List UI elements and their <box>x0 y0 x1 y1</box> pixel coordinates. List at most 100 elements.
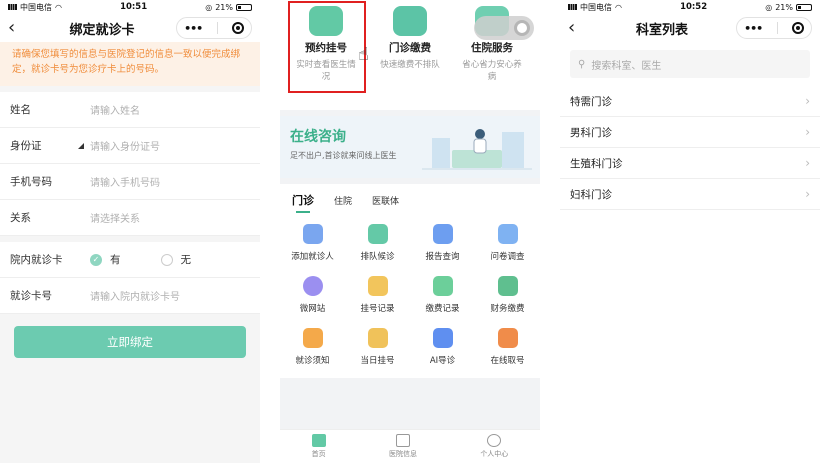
yuan-hand-icon <box>393 6 427 36</box>
radio-yes-label: 有 <box>110 254 121 266</box>
status-bar: 中国电信 ◠ 10:52 ◎ 21% <box>560 0 820 14</box>
department-list: 特需门诊 › 男科门诊 › 生殖科门诊 › 妇科门诊 › <box>560 86 820 210</box>
field-label: 关系 <box>10 212 31 224</box>
grid-label: 报告查询 <box>425 252 460 262</box>
service-name: 门诊缴费 <box>389 42 431 54</box>
tab-inpatient[interactable]: 住院 <box>334 194 352 207</box>
page-title: 绑定就诊卡 <box>69 22 135 38</box>
grid-item[interactable]: 缴费记录 <box>410 270 475 322</box>
id-card-input[interactable]: 请输入身份证号 <box>90 138 160 153</box>
department-name: 生殖科门诊 <box>570 157 623 170</box>
id-card-field[interactable]: 身份证 请输入身份证号 <box>0 128 260 164</box>
nav-profile[interactable]: 个人中心 <box>480 434 508 459</box>
user-icon <box>487 434 502 447</box>
grid-item[interactable]: 财务缴费 <box>475 270 540 322</box>
pointing-hand-icon: ☝ <box>358 44 369 65</box>
battery-icon <box>796 3 812 11</box>
grid-label: 缴费记录 <box>425 304 460 314</box>
nav-bar: ‹ 科室列表 ••• <box>560 14 820 42</box>
list-item[interactable]: 男科门诊 › <box>560 117 820 148</box>
service-payment[interactable]: 门诊缴费 快速缴费不排队 <box>374 0 446 71</box>
radio-no[interactable]: 无 <box>160 252 192 267</box>
clock: 10:51 <box>120 2 148 12</box>
phone-input[interactable]: 请输入手机号码 <box>90 174 160 189</box>
carrier-label: 中国电信 <box>580 2 612 12</box>
nav-label: 首页 <box>311 450 326 458</box>
phone-field[interactable]: 手机号码 请输入手机号码 <box>0 164 260 200</box>
search-placeholder: 搜索科室、医生 <box>591 60 662 72</box>
close-target-icon[interactable] <box>791 22 804 34</box>
grid-item[interactable]: 问卷调查 <box>475 218 540 270</box>
service-inpatient[interactable]: 住院服务 省心省力安心养病 <box>456 0 528 83</box>
status-bar: 中国电信 ◠ 10:51 ◎ 21% <box>0 0 260 14</box>
name-field[interactable]: 姓名 请输入姓名 <box>0 92 260 128</box>
card-number-field[interactable]: 就诊卡号 请输入院内就诊卡号 <box>0 278 260 314</box>
dropdown-triangle-icon[interactable] <box>78 142 84 149</box>
relation-select[interactable]: 请选择关系 <box>90 210 140 225</box>
payment-record-icon <box>432 276 453 296</box>
close-target-icon[interactable] <box>231 22 244 34</box>
clock: 10:52 <box>680 2 708 12</box>
add-person-icon <box>302 224 323 244</box>
radio-checked-icon[interactable]: ✓ <box>90 253 102 266</box>
grid-item[interactable]: 排队候诊 <box>345 218 410 270</box>
more-dots-icon[interactable]: ••• <box>184 22 203 35</box>
carrier-label: 中国电信 <box>20 2 52 12</box>
grid-item[interactable]: 报告查询 <box>410 218 475 270</box>
grid-item[interactable]: 在线取号 <box>475 322 540 374</box>
back-arrow-icon[interactable]: ‹ <box>568 19 588 37</box>
name-input[interactable]: 请输入姓名 <box>90 102 140 117</box>
grid-item[interactable]: 就诊须知 <box>280 322 345 374</box>
today-tag-icon <box>367 328 388 348</box>
service-row: 预约挂号 实时查看医生情况 门诊缴费 快速缴费不排队 住院服务 省心省力安心养病… <box>280 0 540 110</box>
list-item[interactable]: 生殖科门诊 › <box>560 148 820 179</box>
list-item[interactable]: 妇科门诊 › <box>560 179 820 210</box>
wifi-icon: ◠ <box>55 2 62 12</box>
radio-unchecked-icon[interactable] <box>160 253 173 266</box>
card-number-input[interactable]: 请输入院内就诊卡号 <box>90 288 180 303</box>
notice-icon <box>302 328 323 348</box>
field-label: 身份证 <box>10 138 90 153</box>
alarm-icon: ◎ <box>205 2 213 12</box>
nav-hospital-info[interactable]: 医院信息 <box>389 434 417 459</box>
online-consult-banner[interactable]: 在线咨询 足不出户,首诊就来问线上医生 <box>280 116 540 178</box>
survey-edit-icon <box>497 224 518 244</box>
field-label: 院内就诊卡 <box>10 254 63 266</box>
chevron-right-icon: › <box>805 94 810 108</box>
grid-label: 微网站 <box>299 304 326 314</box>
wifi-icon: ◠ <box>615 2 622 12</box>
back-arrow-icon[interactable]: ‹ <box>8 19 28 37</box>
tab-outpatient[interactable]: 门诊 <box>292 192 314 213</box>
field-label: 就诊卡号 <box>10 290 52 302</box>
bottom-nav: 首页 医院信息 个人中心 <box>280 429 540 463</box>
grid-item[interactable]: 挂号记录 <box>345 270 410 322</box>
mini-program-capsule: ••• <box>175 17 252 39</box>
grid-label: AI导诊 <box>429 356 456 366</box>
nav-home[interactable]: 首页 <box>311 434 326 459</box>
chevron-right-icon: › <box>805 125 810 139</box>
chevron-right-icon: › <box>805 156 810 170</box>
radio-no-label: 无 <box>180 254 192 266</box>
function-grid: 添加就诊人 排队候诊 报告查询 问卷调查 微网站 挂号记录 缴费记录 财务缴费 … <box>280 216 540 378</box>
list-item[interactable]: 特需门诊 › <box>560 86 820 117</box>
grid-item[interactable]: 当日挂号 <box>345 322 410 374</box>
hospital-card-field: 院内就诊卡 ✓ 有 无 <box>0 242 260 278</box>
more-dots-icon[interactable]: ••• <box>744 22 763 35</box>
grid-item[interactable]: AI导诊 <box>410 322 475 374</box>
radio-yes[interactable]: ✓ 有 <box>90 252 121 267</box>
grid-label: 当日挂号 <box>360 356 395 366</box>
department-name: 特需门诊 <box>570 95 612 108</box>
hospital-home-screen: 预约挂号 实时查看医生情况 门诊缴费 快速缴费不排队 住院服务 省心省力安心养病… <box>280 0 540 463</box>
department-name: 妇科门诊 <box>570 188 612 201</box>
search-input[interactable]: ⚲ 搜索科室、医生 <box>570 50 810 78</box>
alarm-icon: ◎ <box>765 2 773 12</box>
grid-label: 在线取号 <box>490 356 525 366</box>
bind-now-button[interactable]: 立即绑定 <box>14 326 246 358</box>
search-icon: ⚲ <box>578 58 586 70</box>
notice-banner: 请确保您填写的信息与医院登记的信息一致以便完成绑定，就诊卡号为您诊疗卡上的号码。 <box>0 42 260 86</box>
tab-alliance[interactable]: 医联体 <box>372 194 399 207</box>
grid-item[interactable]: 微网站 <box>280 270 345 322</box>
grid-item[interactable]: 添加就诊人 <box>280 218 345 270</box>
floating-toggle[interactable] <box>474 16 534 40</box>
relation-field[interactable]: 关系 请选择关系 <box>0 200 260 236</box>
